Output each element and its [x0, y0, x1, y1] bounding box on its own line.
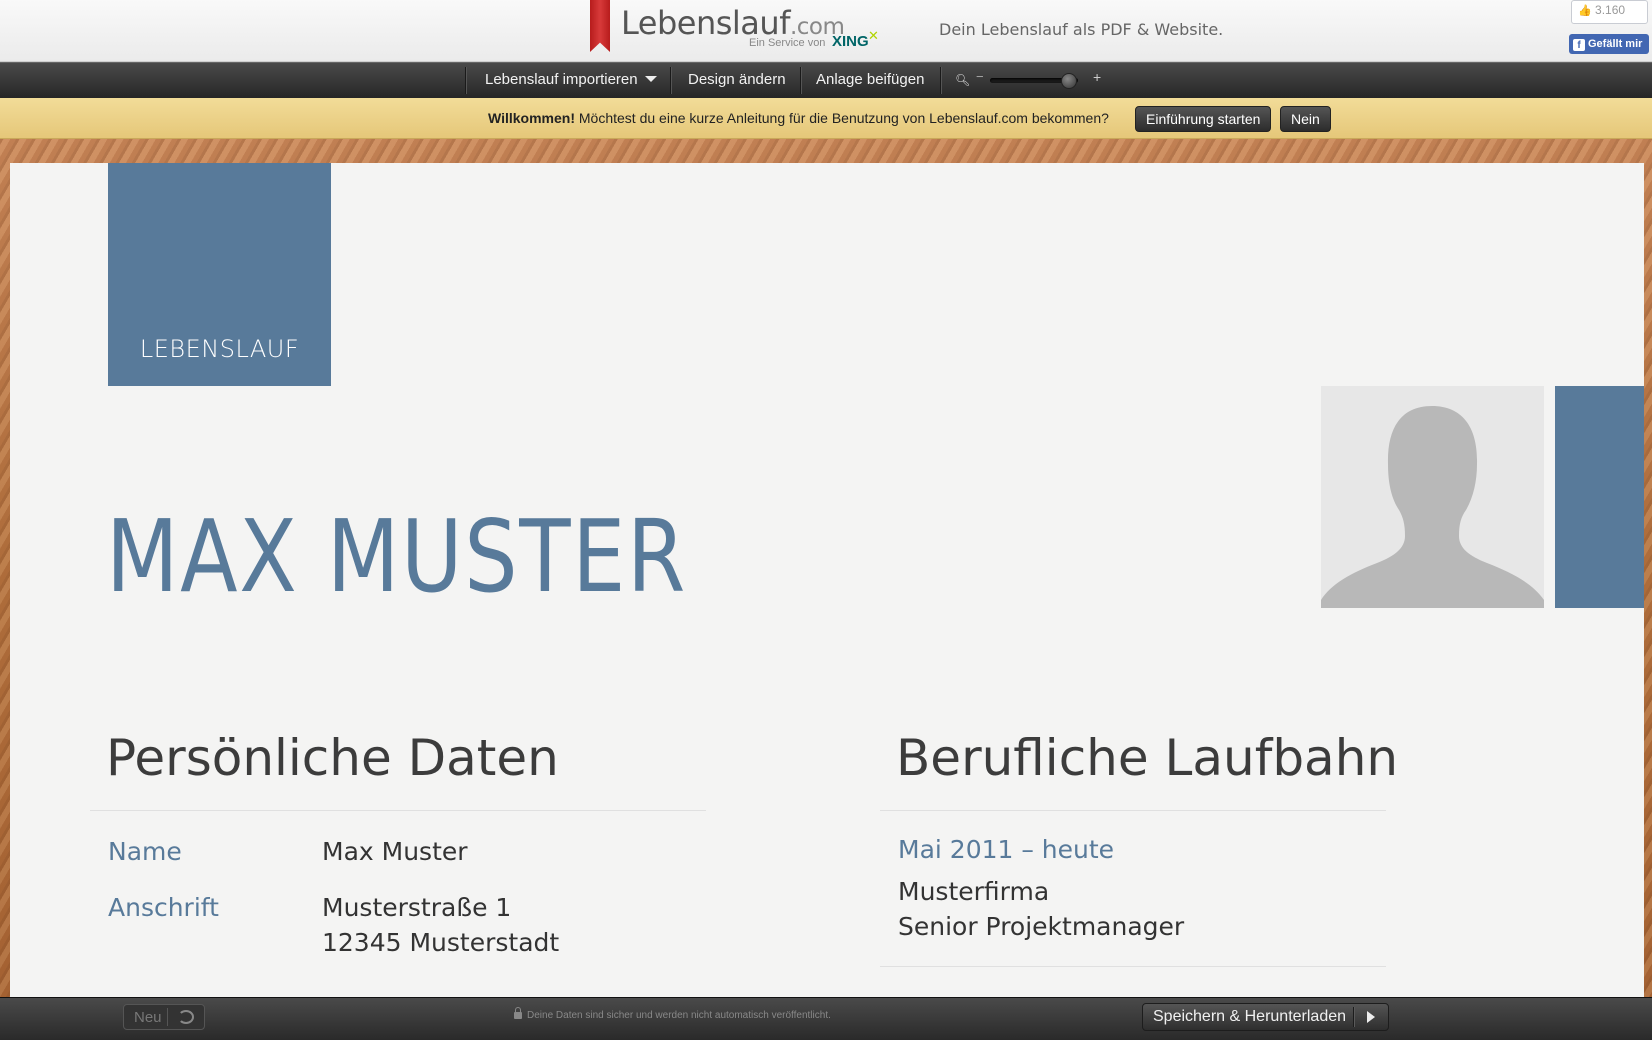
change-design-button[interactable]: Design ändern — [688, 63, 786, 98]
profile-photo-placeholder[interactable] — [1321, 386, 1544, 608]
facebook-like-button[interactable]: f Gefällt mir — [1569, 34, 1649, 54]
personal-data-heading[interactable]: Persönliche Daten — [106, 729, 559, 787]
button-divider — [1353, 1007, 1355, 1027]
bottom-toolbar: Neu Deine Daten sind sicher und werden n… — [0, 997, 1652, 1040]
welcome-banner: Willkommen! Möchtest du eine kurze Anlei… — [0, 98, 1652, 139]
decline-tutorial-button[interactable]: Nein — [1280, 106, 1331, 132]
tagline: Dein Lebenslauf als PDF & Website. — [939, 20, 1224, 39]
import-cv-menu[interactable]: Lebenslauf importieren — [485, 63, 657, 98]
security-note-text: Deine Daten sind sicher und werden nicht… — [527, 1010, 831, 1021]
cv-title-box: LEBENSLAUF — [108, 163, 331, 386]
button-divider — [167, 1008, 168, 1026]
security-note: Deine Daten sind sicher und werden nicht… — [514, 1007, 831, 1021]
bookmark-logo-icon — [590, 0, 610, 52]
welcome-message: Willkommen! Möchtest du eine kurze Anlei… — [488, 110, 1109, 126]
zoom-slider-handle[interactable] — [1061, 73, 1078, 89]
toolbar-divider — [940, 67, 942, 94]
toolbar-divider — [800, 67, 802, 94]
fb-like-label: Gefällt mir — [1588, 38, 1643, 50]
like-count: 3.160 — [1595, 3, 1626, 17]
cv-document: LEBENSLAUF MAX MUSTER Persönliche Daten … — [10, 163, 1644, 997]
address-line-2[interactable]: 12345 Musterstadt — [322, 928, 559, 957]
save-download-button[interactable]: Speichern & Herunterladen — [1142, 1003, 1389, 1031]
facebook-like-count: 👍 3.160 — [1571, 0, 1648, 24]
welcome-bold: Willkommen! — [488, 110, 575, 126]
facebook-icon: f — [1573, 39, 1585, 51]
section-divider — [90, 810, 706, 811]
section-divider — [880, 810, 1386, 811]
welcome-body: Möchtest du eine kurze Anleitung für die… — [575, 110, 1109, 126]
cv-person-name[interactable]: MAX MUSTER — [106, 498, 687, 615]
zoom-out-icon[interactable]: − — [976, 69, 984, 84]
address-label: Anschrift — [108, 893, 219, 922]
career-period[interactable]: Mai 2011 – heute — [898, 835, 1114, 864]
import-cv-label: Lebenslauf importieren — [485, 71, 638, 88]
reset-icon — [178, 1010, 194, 1024]
top-header: Lebenslauf.com Ein Service von XING ✕ De… — [0, 0, 1652, 62]
logo-subtitle: Ein Service von — [749, 37, 826, 49]
toolbar-divider — [670, 67, 672, 94]
play-arrow-icon — [1367, 1011, 1375, 1023]
career-heading[interactable]: Berufliche Laufbahn — [896, 729, 1398, 787]
xing-x-icon: ✕ — [868, 28, 879, 43]
add-attachment-button[interactable]: Anlage beifügen — [816, 63, 924, 98]
new-label: Neu — [134, 1009, 162, 1026]
photo-accent-block — [1555, 386, 1644, 608]
new-cv-button[interactable]: Neu — [123, 1004, 205, 1030]
thumbs-up-icon: 👍 — [1578, 5, 1592, 17]
start-tutorial-button[interactable]: Einführung starten — [1135, 106, 1272, 132]
avatar-silhouette-icon — [1321, 406, 1544, 608]
zoom-in-icon[interactable]: + — [1093, 69, 1101, 85]
entry-divider — [880, 966, 1386, 967]
caret-down-icon — [644, 76, 657, 82]
toolbar-divider — [465, 67, 467, 94]
name-value[interactable]: Max Muster — [322, 837, 468, 866]
name-label: Name — [108, 837, 182, 866]
save-download-label: Speichern & Herunterladen — [1153, 1008, 1347, 1025]
cv-title-label: LEBENSLAUF — [139, 335, 300, 363]
address-line-1[interactable]: Musterstraße 1 — [322, 893, 511, 922]
career-company[interactable]: Musterfirma — [898, 877, 1049, 906]
lock-icon — [514, 1007, 522, 1019]
main-toolbar: Lebenslauf importieren Design ändern Anl… — [0, 62, 1652, 98]
zoom-search-icon: 🔍︎ — [955, 73, 971, 87]
xing-logo: XING — [832, 33, 869, 50]
career-position[interactable]: Senior Projektmanager — [898, 912, 1184, 941]
